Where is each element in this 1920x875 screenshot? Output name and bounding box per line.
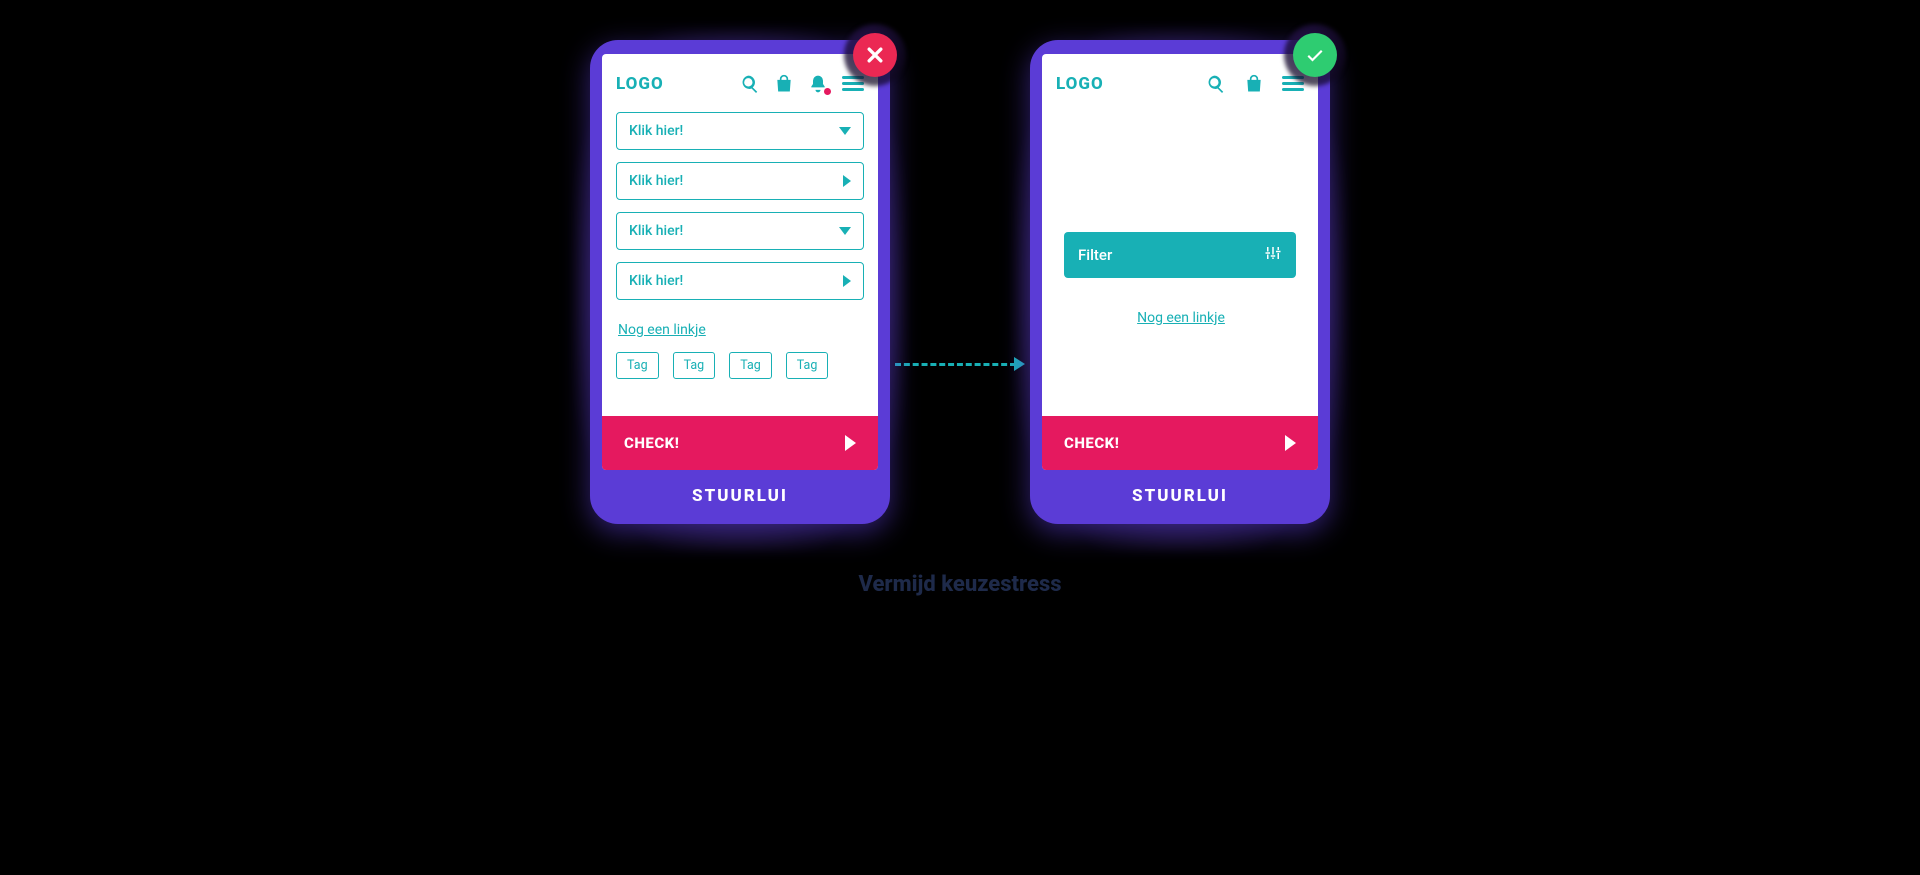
search-icon[interactable] xyxy=(1206,74,1226,94)
tag-chip[interactable]: Tag xyxy=(673,352,716,379)
tag-chip[interactable]: Tag xyxy=(729,352,772,379)
badge-bad xyxy=(848,28,902,82)
chevron-right-icon xyxy=(843,175,851,187)
dropdown-1-label: Klik hier! xyxy=(629,123,683,139)
figure-caption: Vermijd keuzestress xyxy=(510,572,1410,597)
chevron-right-icon xyxy=(843,275,851,287)
check-icon xyxy=(1293,33,1337,77)
nav-button-2-label: Klik hier! xyxy=(629,173,683,189)
nav-button-4-label: Klik hier! xyxy=(629,273,683,289)
bag-icon[interactable] xyxy=(774,74,794,94)
dropdown-3-label: Klik hier! xyxy=(629,223,683,239)
play-right-icon xyxy=(1285,435,1296,451)
cta-label: CHECK! xyxy=(1064,434,1119,452)
cross-icon xyxy=(853,33,897,77)
notification-dot xyxy=(823,87,832,96)
cta-button-good[interactable]: CHECK! xyxy=(1042,416,1318,470)
logo-text: LOGO xyxy=(1056,74,1104,94)
search-icon[interactable] xyxy=(740,74,760,94)
tag-chip[interactable]: Tag xyxy=(786,352,829,379)
chevron-down-icon xyxy=(839,127,851,135)
comparison-diagram: LOGO xyxy=(510,40,1410,597)
app-header-bad: LOGO xyxy=(616,74,864,94)
play-right-icon xyxy=(845,435,856,451)
bell-icon[interactable] xyxy=(808,74,828,94)
tag-chip[interactable]: Tag xyxy=(616,352,659,379)
nav-button-4[interactable]: Klik hier! xyxy=(616,262,864,300)
cta-button-bad[interactable]: CHECK! xyxy=(602,416,878,470)
nav-button-2[interactable]: Klik hier! xyxy=(616,162,864,200)
extra-link-bad[interactable]: Nog een linkje xyxy=(618,322,864,338)
logo-text: LOGO xyxy=(616,74,664,94)
extra-link-good[interactable]: Nog een linkje xyxy=(1137,310,1225,326)
dropdown-1[interactable]: Klik hier! xyxy=(616,112,864,150)
chevron-down-icon xyxy=(839,227,851,235)
badge-good xyxy=(1288,28,1342,82)
filter-label: Filter xyxy=(1078,246,1112,264)
app-header-good: LOGO xyxy=(1056,74,1304,94)
phone-good-example: LOGO xyxy=(1030,40,1330,524)
tag-row: Tag Tag Tag Tag xyxy=(616,352,864,385)
phone-bad-example: LOGO xyxy=(590,40,890,524)
cta-label: CHECK! xyxy=(624,434,679,452)
device-brand-label: STUURLUI xyxy=(1042,486,1318,506)
device-brand-label: STUURLUI xyxy=(602,486,878,506)
dropdown-3[interactable]: Klik hier! xyxy=(616,212,864,250)
sliders-icon xyxy=(1264,244,1282,266)
bag-icon[interactable] xyxy=(1244,74,1264,94)
filter-button[interactable]: Filter xyxy=(1064,232,1296,278)
arrow-between-phones xyxy=(895,358,1025,370)
